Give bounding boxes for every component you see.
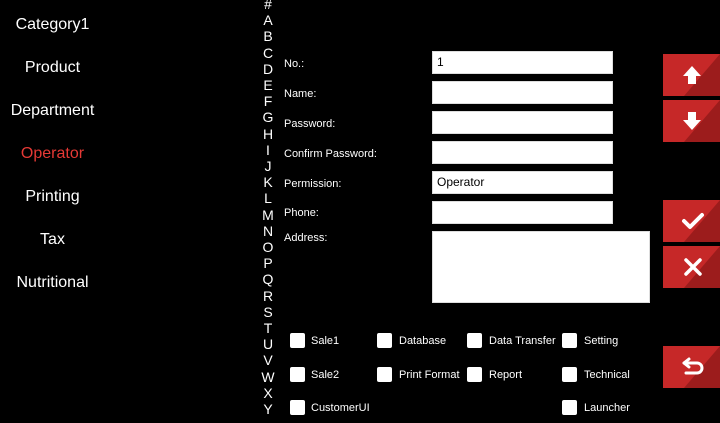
alphabet-letter[interactable]: W [258, 370, 278, 384]
sale2-label: Sale2 [311, 369, 340, 381]
confirm-password-label: Confirm Password: [284, 148, 377, 160]
sidebar-item-department[interactable]: Department [0, 102, 105, 120]
cancel-button[interactable] [663, 246, 720, 288]
alphabet-letter[interactable]: E [258, 78, 278, 92]
phone-label: Phone: [284, 207, 319, 219]
checkmark-icon [682, 213, 704, 229]
alphabet-letter[interactable]: J [258, 159, 278, 173]
permission-label: Permission: [284, 178, 342, 190]
confirm-password-field[interactable] [432, 141, 613, 164]
alphabet-letter[interactable]: H [258, 127, 278, 141]
no-label: No.: [284, 58, 305, 70]
alphabet-letter[interactable]: G [258, 110, 278, 124]
data-transfer-label: Data Transfer [489, 335, 556, 347]
alphabet-letter[interactable]: B [258, 29, 278, 43]
sidebar-item-nutritional[interactable]: Nutritional [0, 274, 105, 292]
sale1-label: Sale1 [311, 335, 340, 347]
print-format-label: Print Format [399, 369, 460, 381]
arrow-up-icon [683, 66, 701, 84]
alphabet-letter[interactable]: A [258, 13, 278, 27]
sidebar-item-operator[interactable]: Operator [0, 145, 105, 163]
sale1-checkbox[interactable] [290, 333, 305, 348]
alphabet-letter[interactable]: K [258, 175, 278, 189]
alphabet-letter[interactable]: U [258, 337, 278, 351]
setting-checkbox[interactable] [562, 333, 577, 348]
no-field[interactable]: 1 [432, 51, 613, 74]
password-field[interactable] [432, 111, 613, 134]
alphabet-letter[interactable]: D [258, 62, 278, 76]
report-checkbox[interactable] [467, 367, 482, 382]
alphabet-letter[interactable]: S [258, 305, 278, 319]
sidebar-item-printing[interactable]: Printing [0, 188, 105, 206]
alphabet-letter[interactable]: F [258, 94, 278, 108]
alphabet-letter[interactable]: V [258, 353, 278, 367]
move-up-button[interactable] [663, 54, 720, 96]
name-label: Name: [284, 88, 317, 100]
customer-ui-checkbox[interactable] [290, 400, 305, 415]
permission-field[interactable]: Operator [432, 171, 613, 194]
sidebar-item-category1[interactable]: Category1 [0, 16, 105, 34]
launcher-checkbox[interactable] [562, 400, 577, 415]
address-label: Address: [284, 232, 328, 244]
report-label: Report [489, 369, 523, 381]
database-checkbox[interactable] [377, 333, 392, 348]
return-icon [682, 357, 704, 375]
category-sidebar: Category1 Product Department Operator Pr… [0, 0, 105, 423]
name-field[interactable] [432, 81, 613, 104]
sale2-checkbox[interactable] [290, 367, 305, 382]
technical-checkbox[interactable] [562, 367, 577, 382]
data-transfer-checkbox[interactable] [467, 333, 482, 348]
launcher-label: Launcher [584, 402, 630, 414]
technical-label: Technical [584, 369, 630, 381]
setting-label: Setting [584, 335, 619, 347]
print-format-checkbox[interactable] [377, 367, 392, 382]
close-icon [684, 258, 702, 276]
alphabet-index: # A B C D E F G H I J K L M N O P Q R S T U V W X Y [258, 0, 280, 423]
alphabet-letter[interactable]: X [258, 386, 278, 400]
arrow-down-icon [683, 112, 701, 130]
alphabet-letter[interactable]: M [258, 208, 278, 222]
alphabet-letter[interactable]: R [258, 289, 278, 303]
customer-ui-label: CustomerUI [311, 402, 370, 414]
alphabet-letter[interactable]: T [258, 321, 278, 335]
back-button[interactable] [663, 346, 720, 388]
database-label: Database [399, 335, 447, 347]
password-label: Password: [284, 118, 336, 130]
alphabet-letter[interactable]: N [258, 224, 278, 238]
alphabet-letter[interactable]: Q [258, 272, 278, 286]
sidebar-item-product[interactable]: Product [0, 59, 105, 77]
move-down-button[interactable] [663, 100, 720, 142]
address-field[interactable] [432, 231, 650, 303]
sidebar-item-tax[interactable]: Tax [0, 231, 105, 249]
alphabet-letter[interactable]: C [258, 46, 278, 60]
alphabet-letter[interactable]: I [258, 143, 278, 157]
phone-field[interactable] [432, 201, 613, 224]
alphabet-letter[interactable]: P [258, 256, 278, 270]
alphabet-letter[interactable]: Y [258, 402, 278, 416]
alphabet-letter[interactable]: L [258, 191, 278, 205]
confirm-button[interactable] [663, 200, 720, 242]
alphabet-letter[interactable]: O [258, 240, 278, 254]
alphabet-letter[interactable]: # [258, 0, 278, 11]
